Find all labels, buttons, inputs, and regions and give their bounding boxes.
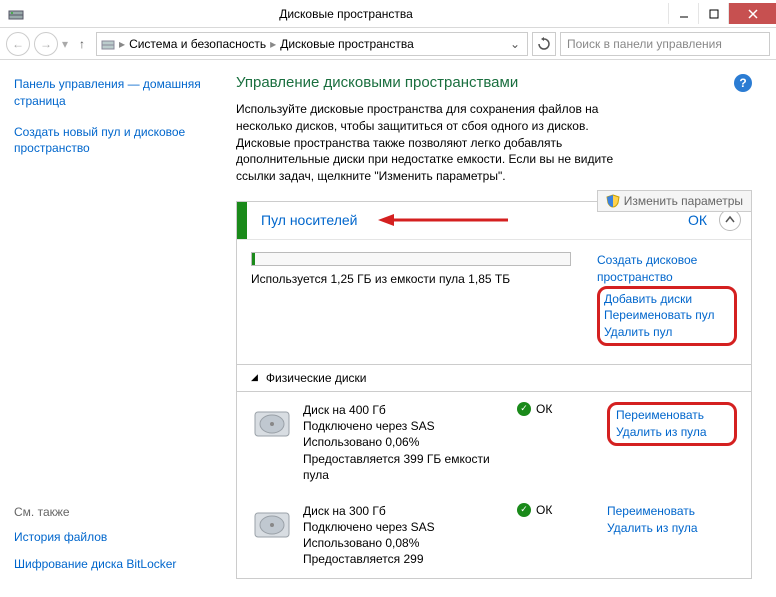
disk-row: Диск на 400 Гб Подключено через SAS Испо… — [237, 392, 751, 493]
pool-status-text: ОК — [688, 212, 707, 228]
add-disks-link[interactable]: Добавить диски — [604, 291, 730, 308]
search-input[interactable]: Поиск в панели управления — [560, 32, 770, 56]
chevron-right-icon: ▸ — [119, 37, 125, 51]
remove-disk-link[interactable]: Удалить из пула — [616, 424, 728, 441]
rename-disk-link[interactable]: Переименовать — [616, 407, 728, 424]
navbar: ← → ▾ ↑ ▸ Система и безопасность ▸ Диско… — [0, 28, 776, 60]
forward-button[interactable]: → — [34, 32, 58, 56]
change-parameters-button[interactable]: Изменить параметры — [597, 190, 752, 212]
maximize-button[interactable] — [698, 3, 728, 24]
disk-name: Диск на 300 Гб — [303, 503, 507, 519]
disk-used: Использовано 0,08% — [303, 535, 507, 551]
breadcrumb[interactable]: ▸ Система и безопасность ▸ Дисковые прос… — [96, 32, 528, 56]
disk-info: Диск на 400 Гб Подключено через SAS Испо… — [303, 402, 507, 483]
hard-drive-icon — [251, 503, 293, 545]
titlebar: Дисковые пространства — [0, 0, 776, 28]
disk-actions: Переименовать Удалить из пула — [607, 503, 737, 568]
disk-status: ✓ ОК — [517, 402, 597, 483]
breadcrumb-level2[interactable]: Дисковые пространства — [280, 37, 414, 51]
physical-disks-header[interactable]: ◢ Физические диски — [237, 364, 751, 392]
ok-badge-icon: ✓ — [517, 503, 531, 517]
window-title: Дисковые пространства — [24, 7, 668, 21]
disk-used: Использовано 0,06% — [303, 434, 507, 450]
page-title: Управление дисковыми пространствами — [236, 74, 752, 91]
shield-icon — [606, 194, 620, 208]
physical-disks-label: Физические диски — [266, 371, 367, 385]
app-icon — [8, 6, 24, 22]
see-also-heading: См. также — [14, 505, 206, 519]
expand-triangle-icon: ◢ — [251, 372, 258, 383]
disk-status-text: ОК — [536, 402, 552, 416]
sidebar-file-history-link[interactable]: История файлов — [14, 529, 206, 546]
disk-row: Диск на 300 Гб Подключено через SAS Испо… — [237, 493, 751, 578]
sidebar-home-link[interactable]: Панель управления — домашняя страница — [14, 76, 206, 110]
annotation-highlight: Добавить диски Переименовать пул Удалить… — [597, 286, 737, 346]
pool-usage-text: Используется 1,25 ГБ из емкости пула 1,8… — [251, 272, 597, 286]
disk-connection: Подключено через SAS — [303, 519, 507, 535]
chevron-right-icon: ▸ — [270, 37, 276, 51]
disk-name: Диск на 400 Гб — [303, 402, 507, 418]
collapse-button[interactable] — [719, 209, 741, 231]
disk-provides: Предоставляется 399 ГБ емкости пула — [303, 451, 507, 483]
hard-drive-icon — [251, 402, 293, 444]
window-controls — [668, 3, 776, 24]
pool-usage-bar — [251, 252, 571, 266]
refresh-button[interactable] — [532, 32, 556, 56]
up-button[interactable]: ↑ — [72, 34, 92, 54]
disk-connection: Подключено через SAS — [303, 418, 507, 434]
pool-title[interactable]: Пул носителей — [261, 212, 358, 228]
rename-pool-link[interactable]: Переименовать пул — [604, 307, 730, 324]
sidebar: Панель управления — домашняя страница Со… — [0, 60, 220, 597]
change-parameters-label: Изменить параметры — [624, 194, 743, 208]
create-space-link[interactable]: Создать дисковое пространство — [597, 252, 737, 286]
sidebar-bitlocker-link[interactable]: Шифрование диска BitLocker — [14, 556, 206, 573]
pool-section: Пул носителей ОК Используется 1,25 ГБ из… — [236, 201, 752, 579]
back-button[interactable]: ← — [6, 32, 30, 56]
drives-icon — [101, 37, 115, 51]
delete-pool-link[interactable]: Удалить пул — [604, 324, 730, 341]
rename-disk-link[interactable]: Переименовать — [607, 503, 737, 520]
breadcrumb-dropdown-icon[interactable]: ⌄ — [507, 37, 523, 51]
breadcrumb-level1[interactable]: Система и безопасность — [129, 37, 266, 51]
pool-status-bar — [237, 202, 247, 239]
minimize-button[interactable] — [668, 3, 698, 24]
recent-dropdown-icon[interactable]: ▾ — [62, 37, 68, 51]
disk-actions: Переименовать Удалить из пула — [607, 402, 737, 483]
disk-info: Диск на 300 Гб Подключено через SAS Испо… — [303, 503, 507, 568]
ok-badge-icon: ✓ — [517, 402, 531, 416]
disk-status: ✓ ОК — [517, 503, 597, 568]
search-placeholder: Поиск в панели управления — [567, 37, 722, 51]
annotation-highlight: Переименовать Удалить из пула — [607, 402, 737, 446]
main-content: ? Управление дисковыми пространствами Ис… — [220, 60, 776, 597]
annotation-arrow — [378, 213, 518, 227]
disk-status-text: ОК — [536, 503, 552, 517]
sidebar-create-pool-link[interactable]: Создать новый пул и дисковое пространств… — [14, 124, 206, 158]
help-icon[interactable]: ? — [734, 74, 752, 92]
page-description: Используйте дисковые пространства для со… — [236, 101, 616, 185]
pool-actions: Создать дисковое пространство Добавить д… — [597, 252, 737, 346]
remove-disk-link[interactable]: Удалить из пула — [607, 520, 737, 537]
disk-provides: Предоставляется 299 — [303, 551, 507, 567]
close-button[interactable] — [728, 3, 776, 24]
